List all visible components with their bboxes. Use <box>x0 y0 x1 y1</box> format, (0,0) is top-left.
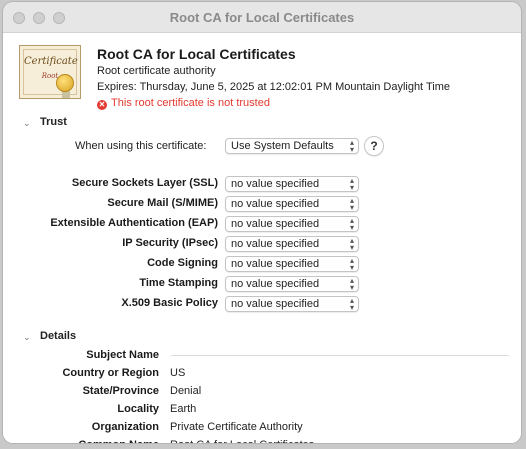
policy-select[interactable]: no value specified ▴ ▾ <box>225 256 359 272</box>
trust-using-value: Use System Defaults <box>231 140 334 152</box>
title-bar: Root CA for Local Certificates <box>3 2 521 33</box>
policy-label: Time Stamping <box>139 277 218 289</box>
trust-section-header[interactable]: Trust <box>40 116 67 128</box>
seal-icon <box>56 74 74 92</box>
policy-select[interactable]: no value specified ▴ ▾ <box>225 196 359 212</box>
policy-select[interactable]: no value specified ▴ ▾ <box>225 176 359 192</box>
detail-label: Subject Name <box>86 349 159 361</box>
help-button[interactable]: ? <box>364 136 384 156</box>
trust-using-select[interactable]: Use System Defaults ▴ ▾ <box>225 138 359 154</box>
policy-label: X.509 Basic Policy <box>121 297 218 309</box>
updown-arrows-icon: ▴ ▾ <box>349 216 354 232</box>
detail-value: Root CA for Local Certificates <box>170 439 314 443</box>
certificate-subtitle: Root certificate authority <box>97 65 216 77</box>
certificate-name: Root CA for Local Certificates <box>97 46 296 62</box>
policy-select[interactable]: no value specified ▴ ▾ <box>225 276 359 292</box>
updown-arrows-icon: ▴ ▾ <box>349 176 354 192</box>
certificate-window: Root CA for Local Certificates Certifica… <box>3 2 521 443</box>
policy-select[interactable]: no value specified ▴ ▾ <box>225 296 359 312</box>
policy-label: Secure Mail (S/MIME) <box>107 197 218 209</box>
policy-label: IP Security (IPsec) <box>122 237 218 249</box>
detail-value: Denial <box>170 385 202 397</box>
certificate-icon-label: Certificate <box>24 56 78 67</box>
policy-value: no value specified <box>231 218 320 230</box>
policy-label: Code Signing <box>147 257 218 269</box>
updown-arrows-icon: ▴ ▾ <box>349 296 354 312</box>
policy-value: no value specified <box>231 298 320 310</box>
detail-value: Private Certificate Authority <box>170 421 303 433</box>
error-x-icon: ✕ <box>97 100 107 110</box>
updown-arrows-icon: ▴ ▾ <box>349 256 354 272</box>
policy-value: no value specified <box>231 258 320 270</box>
updown-arrows-icon: ▴ ▾ <box>349 138 354 154</box>
certificate-expiry: Expires: Thursday, June 5, 2025 at 12:02… <box>97 81 451 93</box>
policy-label: Extensible Authentication (EAP) <box>50 217 218 229</box>
policy-select[interactable]: no value specified ▴ ▾ <box>225 216 359 232</box>
detail-value: Earth <box>170 403 197 415</box>
policy-value: no value specified <box>231 178 320 190</box>
chevron-down-icon[interactable]: ⌄ <box>23 332 31 343</box>
detail-label: State/Province <box>82 385 159 397</box>
subject-name-divider <box>171 355 509 356</box>
certificate-icon: Certificate Root <box>19 45 81 99</box>
ribbon-icon <box>62 91 70 98</box>
details-section-header[interactable]: Details <box>40 330 76 342</box>
chevron-down-icon[interactable]: ⌄ <box>23 118 31 129</box>
policy-value: no value specified <box>231 238 320 250</box>
trust-using-label: When using this certificate: <box>75 140 207 152</box>
updown-arrows-icon: ▴ ▾ <box>349 236 354 252</box>
policy-value: no value specified <box>231 198 320 210</box>
window-title: Root CA for Local Certificates <box>169 10 355 25</box>
updown-arrows-icon: ▴ ▾ <box>349 276 354 292</box>
updown-arrows-icon: ▴ ▾ <box>349 196 354 212</box>
detail-value: US <box>170 367 186 379</box>
untrusted-warning-text: This root certificate is not trusted <box>111 97 270 109</box>
policy-label: Secure Sockets Layer (SSL) <box>71 177 218 189</box>
policy-select[interactable]: no value specified ▴ ▾ <box>225 236 359 252</box>
untrusted-warning: ✕ This root certificate is not trusted <box>97 97 270 110</box>
detail-label: Country or Region <box>62 367 159 379</box>
certificate-content: Certificate Root Root CA for Local Certi… <box>3 33 521 443</box>
detail-label: Locality <box>117 403 159 415</box>
detail-label: Organization <box>91 421 159 433</box>
policy-value: no value specified <box>231 278 320 290</box>
detail-label: Common Name <box>23 439 159 443</box>
